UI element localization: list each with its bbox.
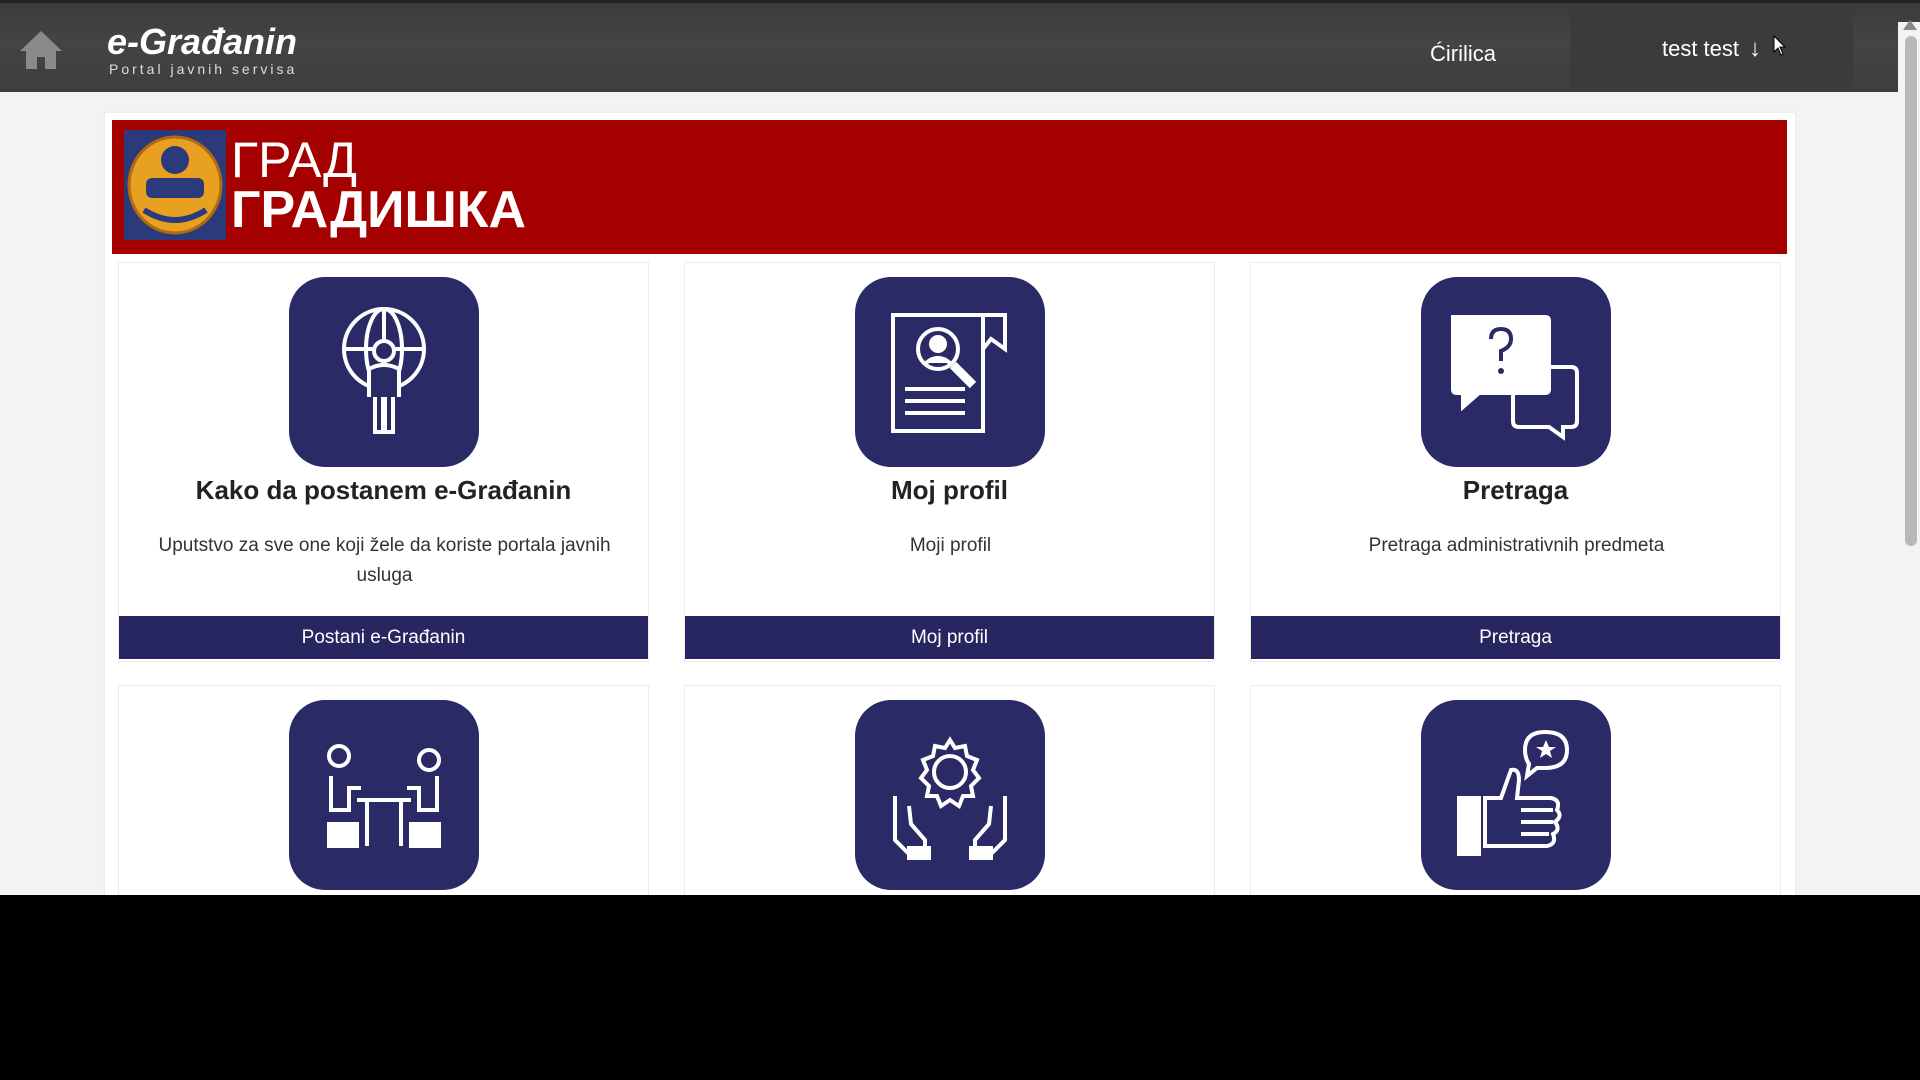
become-citizen-button[interactable]: Postani e-Građanin: [119, 616, 648, 659]
globe-person-icon: [289, 277, 479, 467]
brand-title: e-Građanin: [107, 21, 298, 62]
service-card-search: Pretraga Pretraga administrativnih predm…: [1250, 262, 1781, 662]
brand-logo[interactable]: e-Građanin Portal javnih servisa: [107, 21, 298, 78]
card-title: Moj profil: [891, 475, 1008, 505]
user-name: test test: [1661, 36, 1740, 61]
hands-gear-icon: [855, 700, 1045, 890]
service-card-feedback: [1250, 685, 1781, 895]
arrow-down-icon: ↓: [1749, 35, 1762, 62]
banner-title-line1: ГРАД: [231, 132, 357, 188]
my-profile-button[interactable]: Moj profil: [685, 616, 1214, 659]
service-card-services: [684, 685, 1215, 895]
card-title: Pretraga: [1462, 475, 1569, 505]
profile-search-document-icon: [855, 277, 1045, 467]
user-menu-button[interactable]: test test ↓: [1570, 11, 1853, 87]
mouse-cursor-icon: [1773, 35, 1787, 56]
question-chat-icon: [1421, 277, 1611, 467]
city-banner: ГРАД ГРАДИШКА: [112, 120, 1787, 254]
banner-title-line2: ГРАДИШКА: [231, 181, 527, 239]
scroll-up-arrow-icon[interactable]: [1903, 20, 1917, 30]
search-button[interactable]: Pretraga: [1251, 616, 1780, 659]
card-description: Uputstvo za sve one koji žele da koriste…: [158, 535, 611, 586]
scrollbar-thumb[interactable]: [1905, 36, 1917, 546]
service-card-meeting: [118, 685, 649, 895]
language-switch-link[interactable]: Ćirilica: [1430, 41, 1496, 67]
card-description: Pretraga administrativnih predmeta: [1368, 535, 1665, 556]
brand-subtitle: Portal javnih servisa: [109, 61, 298, 77]
meeting-table-icon: [289, 700, 479, 890]
thumbs-up-review-icon: [1421, 700, 1611, 890]
top-navbar: e-Građanin Portal javnih servisa Ćirilic…: [0, 0, 1920, 92]
service-card-become-citizen: Kako da postanem e-Građanin Uputstvo za …: [118, 262, 649, 662]
home-icon[interactable]: [16, 27, 66, 73]
service-card-my-profile: Moj profil Moji profil Moj profil: [684, 262, 1215, 662]
card-title: Kako da postanem e-Građanin: [195, 475, 572, 505]
city-crest-icon: [124, 130, 226, 240]
card-description: Moji profil: [909, 535, 992, 556]
browser-viewport: e-Građanin Portal javnih servisa Ćirilic…: [0, 0, 1920, 895]
